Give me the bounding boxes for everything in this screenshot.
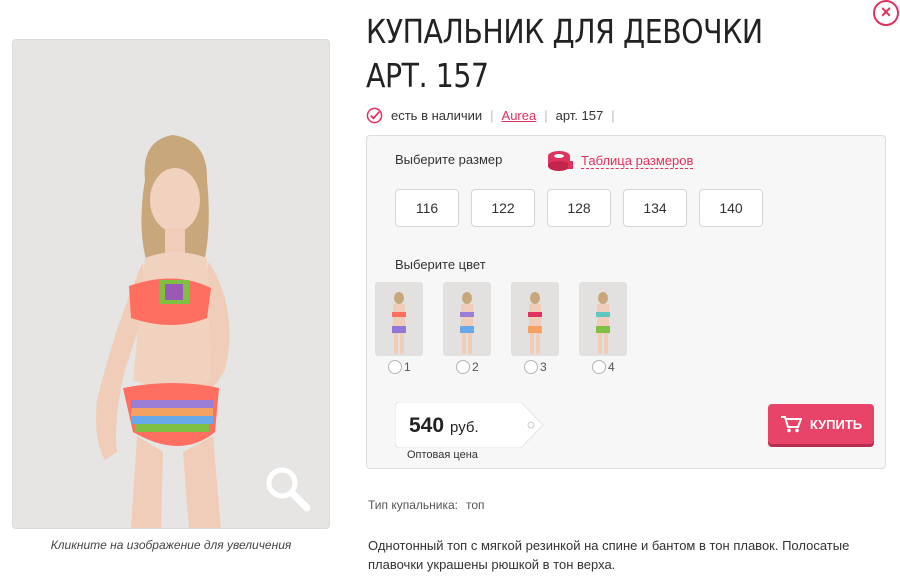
color-swatch-thumbnail[interactable]	[375, 282, 423, 356]
swatch-image	[528, 292, 542, 354]
color-label: Выберите цвет	[395, 257, 486, 272]
price-amount: 540	[409, 414, 445, 437]
radio-circle[interactable]	[388, 360, 402, 374]
swatch-image	[596, 292, 610, 354]
size-option[interactable]: 128	[547, 189, 611, 227]
color-swatch-thumbnail[interactable]	[443, 282, 491, 356]
color-radio[interactable]: 3	[524, 359, 547, 375]
color-option-label: 3	[540, 360, 547, 374]
divider: |	[611, 107, 615, 123]
divider: |	[490, 107, 494, 123]
price-currency: руб.	[450, 419, 479, 436]
radio-circle[interactable]	[524, 360, 538, 374]
color-radio[interactable]: 1	[388, 359, 411, 375]
price-note: Оптовая цена	[407, 449, 478, 461]
buy-button-label[interactable]: КУПИТЬ	[810, 417, 862, 432]
swatch-image	[392, 292, 406, 354]
close-button[interactable]: ×	[873, 0, 899, 26]
size-option[interactable]: 116	[395, 189, 459, 227]
product-attribute: Тип купальника: топ	[368, 498, 485, 512]
color-swatch-thumbnail[interactable]	[511, 282, 559, 356]
size-option[interactable]: 140	[699, 189, 763, 227]
magnifier-icon[interactable]	[263, 464, 311, 512]
cart-icon	[780, 416, 802, 433]
radio-circle[interactable]	[592, 360, 606, 374]
radio-circle[interactable]	[456, 360, 470, 374]
product-meta: есть в наличии | Aurea | арт. 157 |	[366, 106, 623, 124]
availability-status: есть в наличии	[391, 107, 483, 123]
price-value: 540 руб.	[409, 414, 479, 438]
attribute-label: Тип купальника:	[368, 498, 458, 512]
purchase-options-panel: Выберите размер Таблица размеров 116 122…	[366, 135, 886, 469]
divider: |	[544, 107, 548, 123]
price-tag: 540 руб.	[395, 402, 545, 448]
color-radio[interactable]: 2	[456, 359, 479, 375]
color-option-label: 4	[608, 360, 615, 374]
check-circle-icon	[366, 107, 383, 123]
color-option-label: 2	[472, 360, 479, 374]
brand-link[interactable]: Aurea	[502, 108, 537, 123]
product-description: Однотонный топ с мягкой резинкой на спин…	[368, 538, 850, 572]
article-number: арт. 157	[555, 107, 604, 123]
swatch-image	[460, 292, 474, 354]
color-swatch-thumbnail[interactable]	[579, 282, 627, 356]
size-option[interactable]: 134	[623, 189, 687, 227]
image-caption: Кликните на изображение для увеличения	[50, 538, 292, 552]
color-radio[interactable]: 4	[592, 359, 615, 375]
size-table-link-label[interactable]: Таблица размеров	[581, 153, 694, 169]
size-label: Выберите размер	[395, 152, 503, 167]
tape-measure-icon	[548, 151, 573, 171]
size-option[interactable]: 122	[471, 189, 535, 227]
buy-button[interactable]: КУПИТЬ	[768, 404, 874, 444]
product-main-image[interactable]	[12, 39, 330, 529]
product-photo-illustration	[13, 40, 329, 528]
attribute-value: топ	[466, 498, 485, 512]
product-title: КУПАЛЬНИК ДЛЯ ДЕВОЧКИ АРТ. 157	[366, 12, 763, 95]
size-table-link[interactable]: Таблица размеров	[547, 150, 694, 172]
color-option-label: 1	[404, 360, 411, 374]
